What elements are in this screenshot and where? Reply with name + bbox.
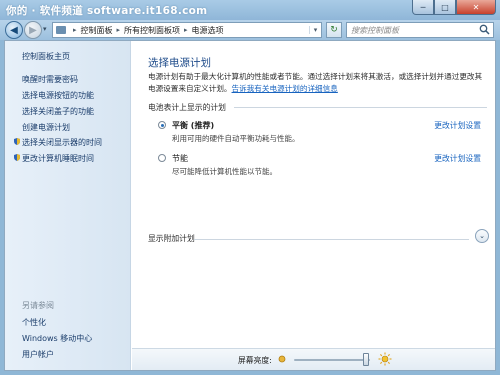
brightness-slider-track[interactable] [294, 359, 370, 361]
refresh-button[interactable]: ↻ [326, 22, 342, 38]
show-additional-plans-label[interactable]: 显示附加计划 [148, 233, 195, 244]
main-pane: 选择电源计划 电源计划有助于最大化计算机的性能或者节能。通过选择计划来将其激活，… [132, 41, 495, 370]
plan-balanced-change-settings-link[interactable]: 更改计划设置 [434, 120, 481, 131]
breadcrumb-control-panel[interactable]: 控制面板 [81, 25, 113, 36]
search-input[interactable] [351, 25, 475, 35]
sidebar-item-display-off[interactable]: 选择关闭显示器的时间 [22, 137, 102, 148]
sidebar-item-power-buttons[interactable]: 选择电源按钮的功能 [22, 90, 94, 101]
brightness-low-icon [278, 355, 286, 363]
brightness-bar: 屏幕亮度: [132, 348, 495, 370]
breadcrumb-all-items[interactable]: 所有控制面板项 [124, 25, 180, 36]
sidebar-item-sleep[interactable]: 更改计算机睡眠时间 [22, 153, 94, 164]
watermark-text: 你的 · 软件频道 software.it168.com [6, 5, 208, 17]
maximize-button[interactable]: □ [434, 0, 456, 15]
plan-balanced-radio[interactable] [158, 121, 166, 129]
brightness-label: 屏幕亮度: [238, 356, 272, 365]
see-also-mobility-center[interactable]: Windows 移动中心 [22, 333, 92, 344]
recent-pages-dropdown[interactable]: ▾ [43, 25, 47, 33]
close-button[interactable]: ✕ [456, 0, 496, 15]
brightness-slider-thumb[interactable] [363, 353, 370, 366]
breadcrumb-separator-icon: ▸ [73, 26, 77, 34]
group-divider [234, 107, 487, 108]
plan-balanced-desc: 利用可用的硬件自动平衡功耗与性能。 [172, 134, 300, 143]
learn-more-link[interactable]: 告诉我有关电源计划的详细信息 [232, 84, 338, 93]
see-also-personalization[interactable]: 个性化 [22, 317, 46, 328]
title-bar: 你的 · 软件频道 software.it168.com ─ □ ✕ [0, 0, 500, 20]
search-box[interactable] [346, 22, 494, 38]
plan-power-saver-change-settings-link[interactable]: 更改计划设置 [434, 153, 481, 164]
brightness-high-icon [378, 352, 392, 366]
plan-power-saver-desc: 尽可能降低计算机性能以节能。 [172, 167, 277, 176]
additional-plans-divider [194, 239, 469, 240]
address-dropdown-icon[interactable]: ▾ [309, 26, 321, 34]
shield-icon [14, 138, 20, 145]
address-bar[interactable]: ▸ 控制面板 ▸ 所有控制面板项 ▸ 电源选项 ▾ [52, 22, 322, 38]
plan-balanced-name[interactable]: 平衡 (推荐) [172, 120, 214, 131]
search-icon[interactable] [479, 24, 490, 35]
forward-button[interactable]: ▶ [24, 21, 42, 39]
see-also-heading: 另请参阅 [22, 301, 54, 310]
plan-power-saver-name[interactable]: 节能 [172, 153, 188, 164]
plans-group-label: 电池表计上显示的计划 [148, 103, 226, 112]
minimize-button[interactable]: ─ [412, 0, 434, 15]
content-area: 控制面板主页 唤醒时需要密码 选择电源按钮的功能 选择关闭盖子的功能 创建电源计… [4, 40, 496, 371]
shield-icon [14, 154, 20, 161]
back-button[interactable]: ◀ [5, 21, 23, 39]
breadcrumb-separator-icon: ▸ [116, 26, 121, 34]
sidebar-item-create-plan[interactable]: 创建电源计划 [22, 122, 70, 133]
page-title: 选择电源计划 [148, 57, 211, 69]
control-panel-icon [56, 26, 66, 34]
page-description: 电源计划有助于最大化计算机的性能或者节能。通过选择计划来将其激活，或选择计划并通… [148, 71, 488, 95]
navigation-bar: ◀ ▶ ▾ ▸ 控制面板 ▸ 所有控制面板项 ▸ 电源选项 ▾ ↻ [0, 20, 500, 40]
breadcrumb-power-options[interactable]: 电源选项 [192, 25, 224, 36]
sidebar-control-panel-home[interactable]: 控制面板主页 [22, 51, 70, 62]
see-also-user-accounts[interactable]: 用户帐户 [22, 349, 54, 360]
sidebar-item-lid-close[interactable]: 选择关闭盖子的功能 [22, 106, 94, 117]
breadcrumb-separator-icon: ▸ [184, 26, 188, 34]
window-controls: ─ □ ✕ [412, 0, 496, 15]
sidebar-item-require-password[interactable]: 唤醒时需要密码 [22, 74, 78, 85]
plan-power-saver-radio[interactable] [158, 154, 166, 162]
sidebar: 控制面板主页 唤醒时需要密码 选择电源按钮的功能 选择关闭盖子的功能 创建电源计… [5, 41, 131, 370]
expand-chevron-icon[interactable]: ⌄ [475, 229, 489, 243]
